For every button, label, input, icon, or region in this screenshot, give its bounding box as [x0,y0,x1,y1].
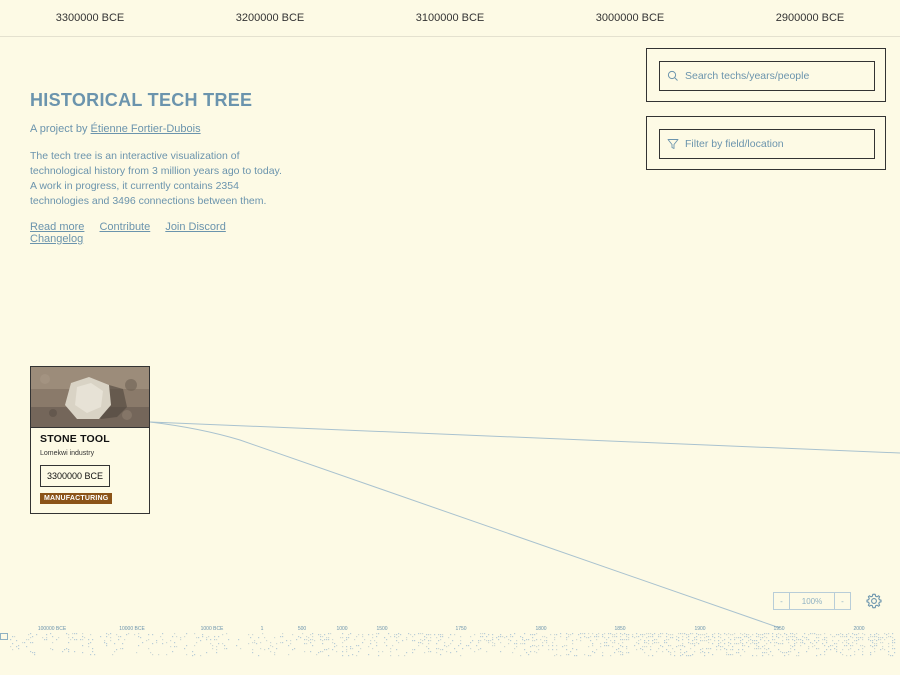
tech-image [31,367,149,428]
search-icon [667,70,678,81]
tech-category-tag[interactable]: MANUFACTURING [40,493,113,504]
tech-title: STONE TOOL [40,433,110,445]
search-field[interactable] [659,61,875,91]
zoom-control: - 100% - [773,592,851,610]
read-more-link[interactable]: Read more [30,221,84,233]
zoom-in-button[interactable]: - [834,592,851,610]
zoom-out-button[interactable]: - [773,592,790,610]
contribute-link[interactable]: Contribute [99,221,150,233]
search-panel [646,48,886,102]
byline-prefix: A project by [30,123,91,135]
byline: A project by Étienne Fortier-Dubois [30,123,290,135]
join-discord-link[interactable]: Join Discord [165,221,226,233]
changelog-link[interactable]: Changelog [30,233,83,245]
author-link[interactable]: Étienne Fortier-Dubois [91,123,201,135]
intro-links: Read more Contribute Join Discord Change… [30,221,290,245]
tech-card-stone-tool[interactable]: STONE TOOL Lomekwi industry 3300000 BCE … [30,366,150,514]
tech-date: 3300000 BCE [40,465,111,487]
filter-input[interactable] [685,138,865,150]
filter-panel [646,116,886,170]
page-title: HISTORICAL TECH TREE [30,90,253,110]
intro-section: HISTORICAL TECH TREE A project by Étienn… [30,90,290,245]
zoom-level: 100% [790,592,834,610]
filter-field[interactable] [659,129,875,159]
settings-button[interactable] [865,592,883,615]
minimap[interactable] [0,620,900,675]
tech-subtitle: Lomekwi industry [40,450,95,457]
connection-line [149,421,781,629]
filter-icon [667,139,679,149]
gear-icon [866,593,882,609]
search-input[interactable] [685,70,865,82]
description: The tech tree is an interactive visualiz… [30,150,282,207]
